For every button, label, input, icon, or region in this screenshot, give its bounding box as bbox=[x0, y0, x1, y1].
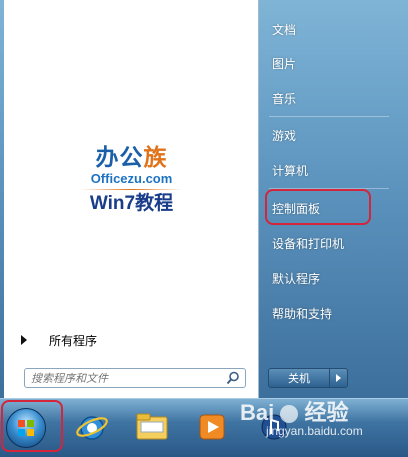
media-player-icon[interactable] bbox=[190, 406, 234, 448]
menu-item-computer[interactable]: 计算机 bbox=[265, 158, 390, 182]
shutdown-group: 关机 bbox=[268, 368, 353, 388]
menu-item-default-programs[interactable]: 默认程序 bbox=[265, 266, 390, 290]
search-icon[interactable] bbox=[225, 370, 241, 386]
all-programs-button[interactable]: 所有程序 bbox=[16, 330, 246, 350]
menu-item-games[interactable]: 游戏 bbox=[265, 123, 390, 147]
search-box[interactable] bbox=[24, 368, 246, 388]
logo-divider bbox=[80, 189, 183, 190]
officezu-logo: 办公族 Officezu.com Win7教程 bbox=[74, 145, 189, 225]
search-input[interactable] bbox=[25, 369, 225, 387]
start-menu: 办公族 Officezu.com Win7教程 所有程序 文档 图片 音乐 游戏… bbox=[0, 0, 408, 398]
menu-item-devices-printers[interactable]: 设备和打印机 bbox=[265, 231, 390, 255]
menu-item-help-support[interactable]: 帮助和支持 bbox=[265, 301, 390, 325]
all-programs-label: 所有程序 bbox=[49, 333, 98, 348]
menu-item-documents[interactable]: 文档 bbox=[265, 17, 390, 41]
arrow-right-icon bbox=[336, 374, 341, 382]
start-menu-left-pane: 办公族 Officezu.com Win7教程 所有程序 bbox=[4, 0, 259, 398]
shutdown-options-button[interactable] bbox=[330, 368, 348, 388]
baidu-paw-icon bbox=[280, 405, 299, 424]
internet-explorer-icon[interactable] bbox=[70, 406, 114, 448]
logo-subtitle: Win7教程 bbox=[89, 193, 174, 214]
menu-item-pictures[interactable]: 图片 bbox=[265, 51, 390, 75]
control-panel-highlight bbox=[265, 189, 371, 225]
menu-separator bbox=[269, 116, 389, 117]
start-button-highlight bbox=[1, 400, 63, 452]
logo-title: 办公族 bbox=[95, 145, 168, 171]
watermark-url: jingyan.baidu.com bbox=[266, 424, 363, 438]
watermark-brand-cn: 经验 bbox=[304, 400, 349, 425]
shutdown-button[interactable]: 关机 bbox=[268, 368, 330, 388]
folder-icon[interactable] bbox=[130, 406, 174, 448]
watermark-brand: Bai bbox=[240, 400, 275, 425]
menu-item-music[interactable]: 音乐 bbox=[265, 86, 390, 110]
arrow-right-icon bbox=[21, 335, 27, 345]
logo-site: Officezu.com bbox=[90, 171, 173, 186]
